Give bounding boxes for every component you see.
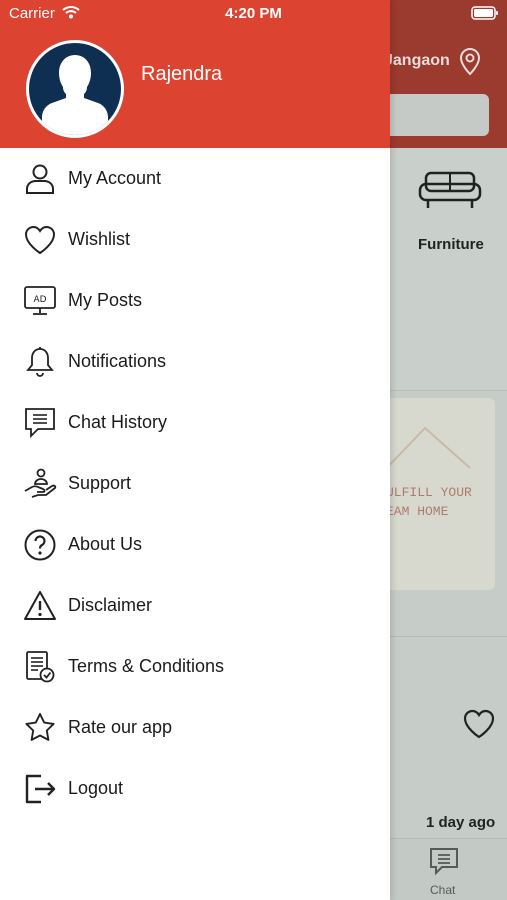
menu-label: Logout	[68, 778, 124, 798]
sofa-icon	[418, 170, 482, 212]
status-bar: Carrier 4:20 PM	[0, 0, 507, 26]
menu-item-support[interactable]: Support	[0, 453, 390, 514]
support-hand-icon	[23, 467, 57, 501]
category-label: Furniture	[418, 236, 484, 253]
location-label[interactable]: Jangaon	[384, 52, 450, 70]
menu-label: My Posts	[68, 290, 143, 310]
menu-item-logout[interactable]: Logout	[0, 758, 390, 819]
menu-item-notifications[interactable]: Notifications	[0, 331, 390, 392]
banner-text: ULFILL YOUR EAM HOME	[386, 485, 472, 519]
menu-item-about-us[interactable]: About Us	[0, 514, 390, 575]
heart-icon	[23, 223, 57, 257]
search-bar[interactable]	[380, 94, 489, 136]
menu-label: About Us	[68, 534, 143, 554]
battery-icon	[471, 6, 499, 20]
menu-item-chat-history[interactable]: Chat History	[0, 392, 390, 453]
menu-label: Chat History	[68, 412, 168, 432]
ad-monitor-icon: AD	[23, 284, 57, 318]
warning-icon	[23, 589, 57, 623]
clock: 4:20 PM	[225, 5, 282, 22]
post-timestamp: 1 day ago	[426, 814, 496, 831]
divider	[390, 636, 507, 637]
wishlist-heart-icon[interactable]	[462, 708, 496, 740]
menu-label: My Account	[68, 168, 162, 188]
menu-label: Rate our app	[68, 717, 173, 737]
star-icon	[23, 711, 57, 745]
user-name: Rajendra	[141, 63, 223, 85]
menu-label: Wishlist	[68, 229, 130, 249]
chat-bubble-icon	[23, 406, 57, 440]
navigation-drawer: Rajendra My Account Wishlist AD My Posts	[0, 0, 390, 900]
avatar[interactable]	[26, 40, 124, 138]
chat-tab-icon[interactable]	[428, 846, 460, 876]
house-roof-graphic	[380, 420, 490, 480]
menu-label: Terms & Conditions	[68, 656, 225, 676]
document-check-icon	[23, 650, 57, 684]
menu-item-my-account[interactable]: My Account	[0, 148, 390, 209]
menu-item-terms-conditions[interactable]: Terms & Conditions	[0, 636, 390, 697]
logout-icon	[23, 772, 57, 806]
menu-label: Notifications	[68, 351, 167, 371]
menu-item-disclaimer[interactable]: Disclaimer	[0, 575, 390, 636]
chat-tab-label[interactable]: Chat	[430, 883, 455, 897]
menu-item-rate-our-app[interactable]: Rate our app	[0, 697, 390, 758]
menu-item-wishlist[interactable]: Wishlist	[0, 209, 390, 270]
menu-label: Support	[68, 473, 132, 493]
user-silhouette-icon	[42, 55, 108, 135]
svg-text:AD: AD	[33, 295, 46, 305]
question-circle-icon	[23, 528, 57, 562]
bell-icon	[23, 345, 57, 379]
location-pin-icon[interactable]	[458, 47, 482, 77]
menu-item-my-posts[interactable]: AD My Posts	[0, 270, 390, 331]
menu-label: Disclaimer	[68, 595, 153, 615]
user-icon	[23, 162, 57, 196]
